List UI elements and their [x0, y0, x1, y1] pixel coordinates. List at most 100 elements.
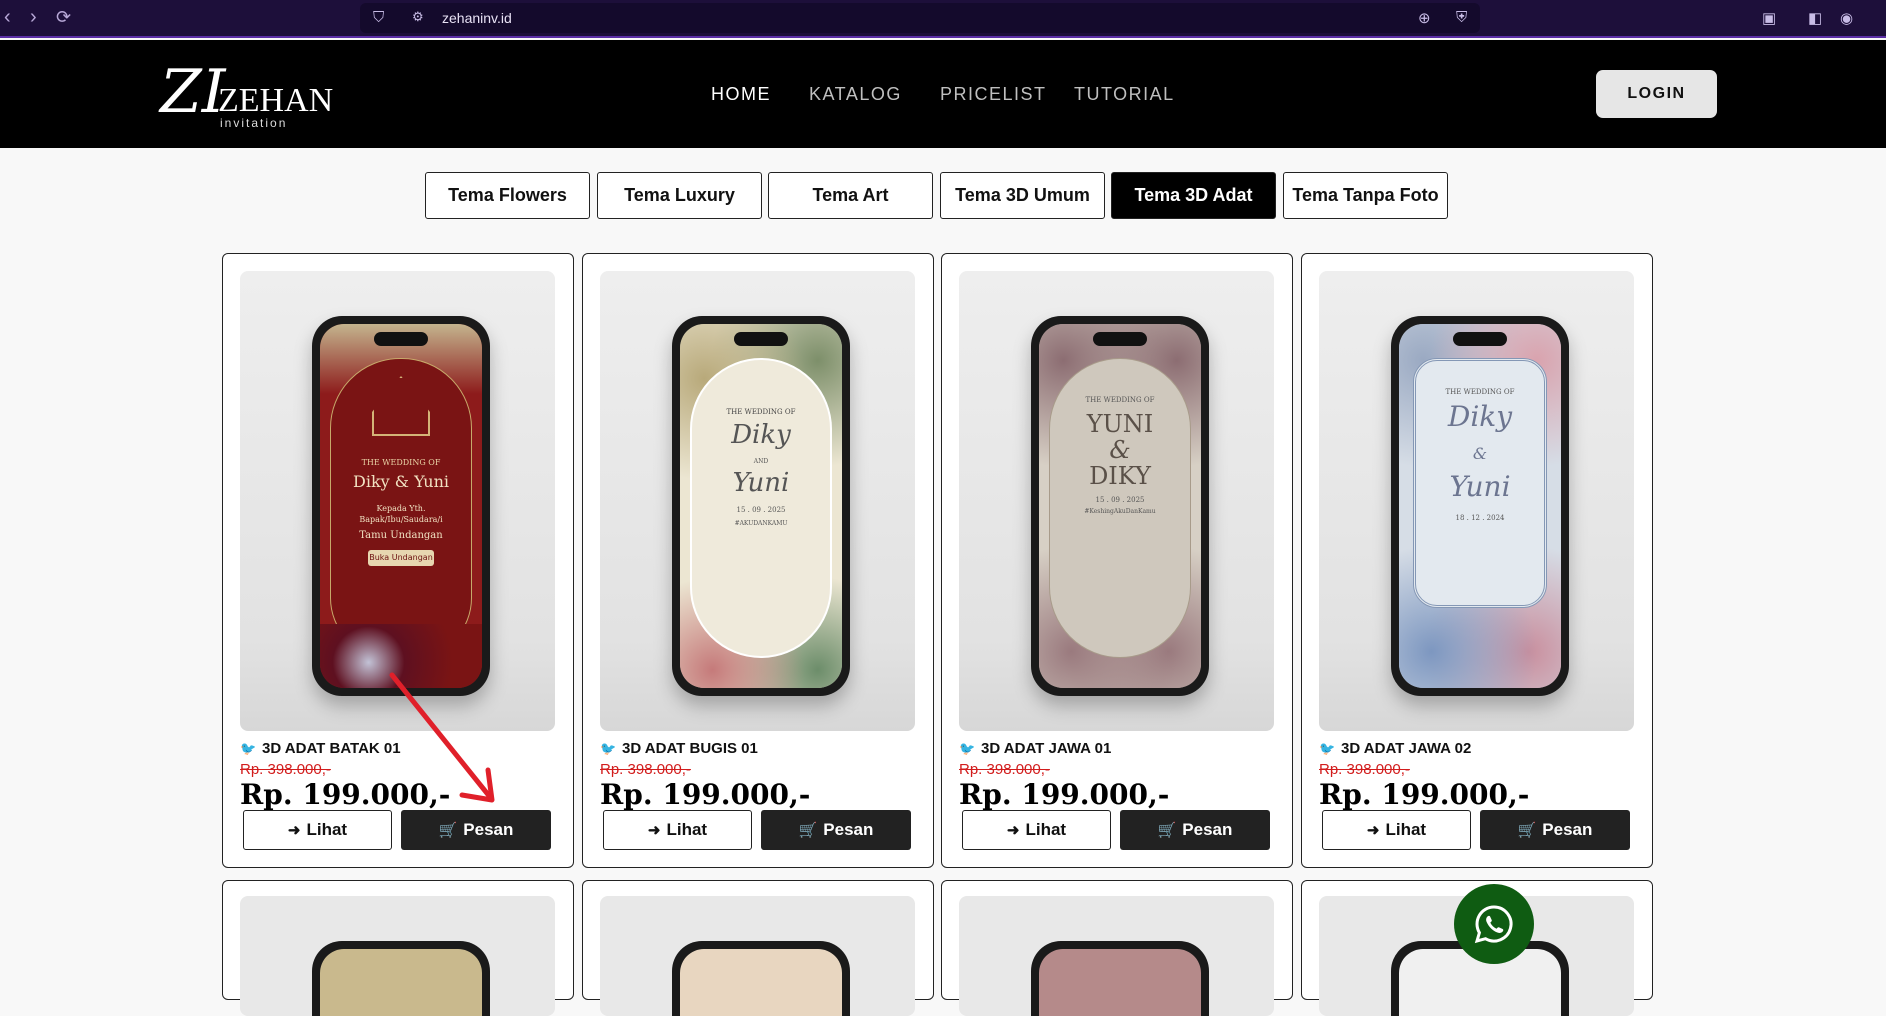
chevron-left-icon[interactable]: ‹ — [4, 7, 11, 27]
arrow-circle-right-icon: ➜ — [287, 822, 301, 839]
screen-line: Kepada Yth. — [376, 504, 426, 513]
phone-mockup: THE WEDDING OF YUNI & DIKY 15 . 09 . 202… — [1031, 316, 1209, 696]
order-button[interactable]: 🛒 Pesan — [401, 810, 551, 850]
view-button[interactable]: ➜ Lihat — [962, 810, 1111, 850]
product-image[interactable]: THE WEDDING OF Diky & Yuni Kepada Yth. B… — [240, 271, 555, 731]
screen-line: DIKY — [1089, 462, 1151, 490]
screen-line: THE WEDDING OF — [726, 408, 796, 416]
bookmark-icon[interactable]: ⛉ — [373, 9, 384, 26]
product-image[interactable] — [240, 896, 555, 1016]
screen-line: #KeshingAkuDanKamu — [1084, 508, 1156, 515]
screen-line: 15 . 09 . 2025 — [1095, 496, 1145, 504]
screen-line: THE WEDDING OF — [361, 458, 441, 467]
phone-screen: THE WEDDING OF YUNI & DIKY 15 . 09 . 202… — [1039, 324, 1201, 688]
bird-icon: 🐦 — [1319, 741, 1336, 756]
phone-mockup: THE WEDDING OF Diky & Yuni Kepada Yth. B… — [312, 316, 490, 696]
screen-line: AND — [753, 458, 769, 465]
cart-icon: 🛒 — [798, 822, 818, 839]
product-image[interactable]: THE WEDDING OF YUNI & DIKY 15 . 09 . 202… — [959, 271, 1274, 731]
product-image[interactable]: THE WEDDING OF Diky & Yuni 18 . 12 . 202… — [1319, 271, 1634, 731]
tab-tema-3d-adat[interactable]: Tema 3D Adat — [1111, 172, 1276, 219]
brand-logo[interactable]: ZI ZEHAN invitation — [160, 60, 340, 130]
logo-mark: ZI — [160, 57, 226, 127]
old-price: Rp. 398.000,- — [600, 761, 691, 778]
old-price: Rp. 398.000,- — [1319, 761, 1410, 778]
address-bar[interactable] — [360, 3, 1480, 33]
arrow-circle-right-icon: ➜ — [1006, 822, 1020, 839]
reload-icon[interactable]: ⟳ — [56, 7, 71, 27]
product-card: THE WEDDING OF Diky AND Yuni 15 . 09 . 2… — [582, 253, 934, 868]
product-card — [941, 880, 1293, 1016]
order-button[interactable]: 🛒 Pesan — [761, 810, 911, 850]
screen-line: Yuni — [732, 468, 790, 498]
site-settings-icon[interactable]: ⚙ — [412, 9, 424, 25]
screen-line: 15 . 09 . 2025 — [736, 506, 786, 514]
view-button[interactable]: ➜ Lihat — [603, 810, 752, 850]
view-button[interactable]: ➜ Lihat — [1322, 810, 1471, 850]
screen-line: Bapak/Ibu/Saudara/i — [359, 515, 443, 524]
price: Rp. 199.000,- — [1319, 778, 1530, 811]
shield-icon[interactable]: ⛨ — [1456, 9, 1467, 26]
site-header: ZI ZEHAN invitation HOME KATALOG PRICELI… — [0, 40, 1886, 148]
product-title: 🐦 3D ADAT BATAK 01 — [240, 740, 401, 757]
arrow-circle-right-icon: ➜ — [647, 822, 661, 839]
tab-search-icon[interactable]: ▣ — [1762, 9, 1776, 27]
cart-icon: 🛒 — [438, 822, 458, 839]
old-price: Rp. 398.000,- — [240, 761, 331, 778]
sidebar-icon[interactable]: ◧ — [1808, 9, 1822, 27]
screen-line: Tamu Undangan — [359, 530, 443, 541]
logo-subtitle: invitation — [220, 116, 288, 130]
chevron-right-icon[interactable]: › — [30, 7, 37, 27]
screen-line: & — [1472, 444, 1488, 463]
cart-icon: 🛒 — [1157, 822, 1177, 839]
screen-line: Diky — [1447, 400, 1513, 433]
product-card — [582, 880, 934, 1016]
product-title: 🐦 3D ADAT JAWA 02 — [1319, 740, 1472, 757]
screen-line: #AKUDANKAMU — [734, 520, 788, 527]
tab-tema-3d-umum[interactable]: Tema 3D Umum — [940, 172, 1105, 219]
profile-icon[interactable]: ◉ — [1840, 9, 1853, 27]
phone-mockup: THE WEDDING OF Diky AND Yuni 15 . 09 . 2… — [672, 316, 850, 696]
logo-word: ZEHAN — [218, 82, 334, 119]
order-button[interactable]: 🛒 Pesan — [1120, 810, 1270, 850]
tab-tema-tanpa-foto[interactable]: Tema Tanpa Foto — [1283, 172, 1448, 219]
url-text[interactable]: zehaninv.id — [442, 10, 512, 26]
bird-icon: 🐦 — [240, 741, 257, 756]
product-card: THE WEDDING OF Diky & Yuni Kepada Yth. B… — [222, 253, 574, 868]
whatsapp-glyph — [1474, 905, 1513, 944]
tab-tema-art[interactable]: Tema Art — [768, 172, 933, 219]
screen-line: THE WEDDING OF — [1445, 388, 1515, 396]
screen-line: Diky — [731, 420, 791, 450]
screen-line: Buka Undangan — [368, 550, 434, 566]
bird-icon: 🐦 — [600, 741, 617, 756]
product-image[interactable] — [959, 896, 1274, 1016]
phone-screen: THE WEDDING OF Diky & Yuni Kepada Yth. B… — [320, 324, 482, 688]
zoom-icon[interactable]: ⊕ — [1418, 9, 1431, 27]
screen-line: YUNI — [1086, 410, 1154, 438]
view-button[interactable]: ➜ Lihat — [243, 810, 392, 850]
price: Rp. 199.000,- — [959, 778, 1170, 811]
tab-tema-luxury[interactable]: Tema Luxury — [597, 172, 762, 219]
whatsapp-icon[interactable] — [1454, 884, 1534, 964]
price: Rp. 199.000,- — [240, 778, 451, 811]
screen-line: Yuni — [1449, 470, 1511, 503]
browser-toolbar: ‹ › ⟳ ⛉ ⚙ zehaninv.id ⊕ ⛨ ▣ ◧ ◉ — [0, 0, 1886, 38]
product-card: THE WEDDING OF YUNI & DIKY 15 . 09 . 202… — [941, 253, 1293, 868]
old-price: Rp. 398.000,- — [959, 761, 1050, 778]
nav-home[interactable]: HOME — [711, 84, 771, 105]
bird-icon: 🐦 — [959, 741, 976, 756]
screen-line: Diky & Yuni — [353, 472, 449, 491]
screen-line: & — [1109, 436, 1131, 464]
order-button[interactable]: 🛒 Pesan — [1480, 810, 1630, 850]
nav-tutorial[interactable]: TUTORIAL — [1074, 84, 1175, 105]
product-image[interactable]: THE WEDDING OF Diky AND Yuni 15 . 09 . 2… — [600, 271, 915, 731]
tab-tema-flowers[interactable]: Tema Flowers — [425, 172, 590, 219]
product-title: 🐦 3D ADAT JAWA 01 — [959, 740, 1112, 757]
nav-pricelist[interactable]: PRICELIST — [940, 84, 1047, 105]
nav-katalog[interactable]: KATALOG — [809, 84, 902, 105]
login-button[interactable]: LOGIN — [1596, 70, 1717, 118]
screen-line: THE WEDDING OF — [1085, 396, 1155, 404]
product-image[interactable] — [600, 896, 915, 1016]
product-card — [222, 880, 574, 1016]
arrow-circle-right-icon: ➜ — [1366, 822, 1380, 839]
